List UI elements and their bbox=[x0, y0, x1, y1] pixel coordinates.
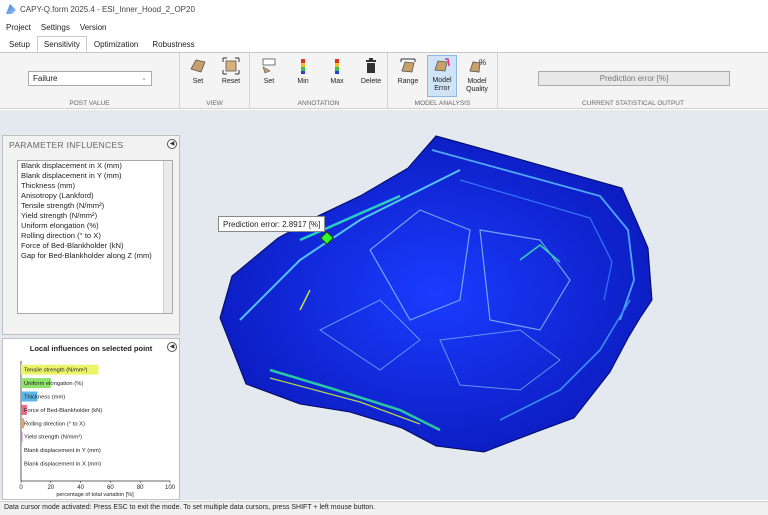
trash-icon bbox=[366, 58, 376, 73]
annotation-set-label: Set bbox=[263, 78, 275, 85]
annotation-delete-button[interactable]: Delete bbox=[356, 57, 386, 85]
annotation-set-icon bbox=[262, 58, 276, 74]
view-label: VIEW bbox=[206, 100, 223, 107]
model-analysis-label: MODEL ANALYSIS bbox=[414, 100, 471, 107]
annotation-group: Set Min Max Delete ANNOTATION bbox=[250, 53, 388, 109]
view-group: Set Reset VIEW bbox=[180, 53, 250, 109]
svg-text:%: % bbox=[479, 58, 486, 67]
annotation-max-label: Max bbox=[330, 78, 344, 85]
tab-sensitivity[interactable]: Sensitivity bbox=[36, 36, 87, 52]
tab-optimization[interactable]: Optimization bbox=[87, 37, 145, 52]
post-value-label: POST VALUE bbox=[69, 100, 110, 107]
app-logo-icon bbox=[6, 4, 16, 14]
menu-version[interactable]: Version bbox=[80, 23, 107, 32]
chevron-down-icon: ⌄ bbox=[141, 75, 147, 82]
range-button[interactable]: Range bbox=[393, 57, 423, 85]
model-error-button[interactable]: Model Error bbox=[427, 55, 457, 97]
post-value-selected: Failure bbox=[33, 74, 58, 83]
status-bar: Data cursor mode activated: Press ESC to… bbox=[0, 501, 768, 515]
view-reset-button[interactable]: Reset bbox=[216, 57, 246, 85]
annotation-delete-label: Delete bbox=[360, 78, 382, 85]
annotation-min-label: Min bbox=[297, 78, 309, 85]
model-error-label: Model Error bbox=[432, 77, 452, 92]
annotation-min-button[interactable]: Min bbox=[288, 57, 318, 85]
annotation-set-button[interactable]: Set bbox=[254, 57, 284, 85]
view-set-button[interactable]: Set bbox=[183, 57, 213, 85]
menu-bar: Project Settings Version bbox=[0, 20, 768, 34]
min-colorbar-icon bbox=[301, 59, 305, 74]
post-value-group: Failure ⌄ POST VALUE bbox=[0, 53, 180, 109]
tab-setup[interactable]: Setup bbox=[2, 37, 37, 52]
hood-3d-view[interactable] bbox=[0, 110, 768, 500]
annotation-label: ANNOTATION bbox=[297, 100, 340, 107]
statistical-output-label: CURRENT STATISTICAL OUTPUT bbox=[582, 100, 684, 107]
menu-settings[interactable]: Settings bbox=[41, 23, 70, 32]
ribbon-toolbar: Failure ⌄ POST VALUE Set Reset VIEW Set … bbox=[0, 53, 768, 109]
model-error-icon bbox=[434, 58, 450, 72]
window-title: CAPY-Q.form 2025.4 - ESI_Inner_Hood_2_OP… bbox=[20, 4, 195, 14]
view-set-icon bbox=[190, 59, 206, 73]
view-set-label: Set bbox=[192, 78, 204, 85]
model-analysis-group: Range Model Error % Model Quality MODEL … bbox=[388, 53, 498, 109]
range-icon bbox=[400, 58, 416, 73]
model-quality-icon: % bbox=[469, 58, 486, 73]
model-quality-button[interactable]: % Model Quality bbox=[462, 57, 492, 94]
title-bar: CAPY-Q.form 2025.4 - ESI_Inner_Hood_2_OP… bbox=[0, 0, 768, 18]
hood-part-surface bbox=[219, 135, 653, 453]
max-colorbar-icon bbox=[335, 59, 339, 74]
range-label: Range bbox=[397, 78, 419, 85]
prediction-error-tooltip: Prediction error: 2.8917 [%] bbox=[218, 216, 326, 232]
menu-project[interactable]: Project bbox=[6, 23, 31, 32]
post-value-dropdown[interactable]: Failure ⌄ bbox=[28, 71, 152, 86]
statistical-output-field[interactable]: Prediction error [%] bbox=[538, 71, 730, 86]
model-quality-label: Model Quality bbox=[466, 78, 488, 93]
view-reset-icon bbox=[222, 57, 240, 75]
tab-bar: Setup Sensitivity Optimization Robustnes… bbox=[0, 36, 768, 53]
view-reset-label: Reset bbox=[221, 78, 241, 85]
tab-robustness[interactable]: Robustness bbox=[145, 37, 201, 52]
annotation-max-button[interactable]: Max bbox=[322, 57, 352, 85]
